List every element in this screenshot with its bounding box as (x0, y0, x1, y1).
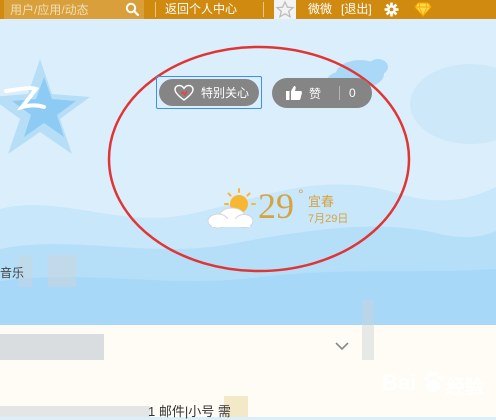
divider (155, 2, 156, 17)
cloud-icon (207, 207, 254, 229)
paw-icon (423, 371, 444, 392)
feed-label: 音乐 (0, 266, 25, 280)
watermark-brand: Bai (382, 370, 417, 395)
gear-icon[interactable] (384, 2, 399, 17)
logout-link[interactable]: [退出] (341, 2, 372, 17)
heart-icon (174, 84, 194, 101)
blurred-content (48, 255, 76, 287)
diamond-icon[interactable] (414, 2, 432, 17)
like-label: 赞 (309, 86, 322, 101)
blurred-content (362, 300, 374, 360)
like-count: 0 (349, 86, 356, 100)
watermark-suffix: 经验 (446, 377, 485, 398)
baidu-watermark: Bai 经验 (378, 362, 496, 417)
temperature-unit: ° (298, 186, 304, 202)
back-to-profile-link[interactable]: 返回个人中心 (165, 2, 237, 17)
city-name: 宜春 (308, 194, 335, 209)
feed-text: 1 邮件|小号 需 (148, 404, 231, 419)
special-care-button[interactable]: 特别关心 (156, 76, 262, 109)
blurred-content (0, 334, 104, 360)
divider (339, 86, 341, 100)
user-name-link[interactable]: 微微 (308, 2, 332, 17)
avatar[interactable] (274, 0, 296, 19)
special-care-label: 特别关心 (201, 86, 250, 100)
blurred-content (0, 406, 150, 417)
like-button[interactable]: 赞 0 (272, 78, 372, 108)
top-bar: 返回个人中心 微微 [退出] (0, 0, 496, 19)
chevron-down-icon[interactable] (334, 341, 350, 351)
temperature: 29 (258, 186, 294, 226)
star-icon (275, 0, 295, 19)
search-icon[interactable] (125, 2, 140, 17)
divider (263, 2, 264, 17)
search-input[interactable] (4, 2, 122, 17)
search-box[interactable] (4, 0, 144, 19)
thumbs-up-icon (286, 86, 302, 100)
weather-date: 7月29日 (308, 213, 349, 225)
